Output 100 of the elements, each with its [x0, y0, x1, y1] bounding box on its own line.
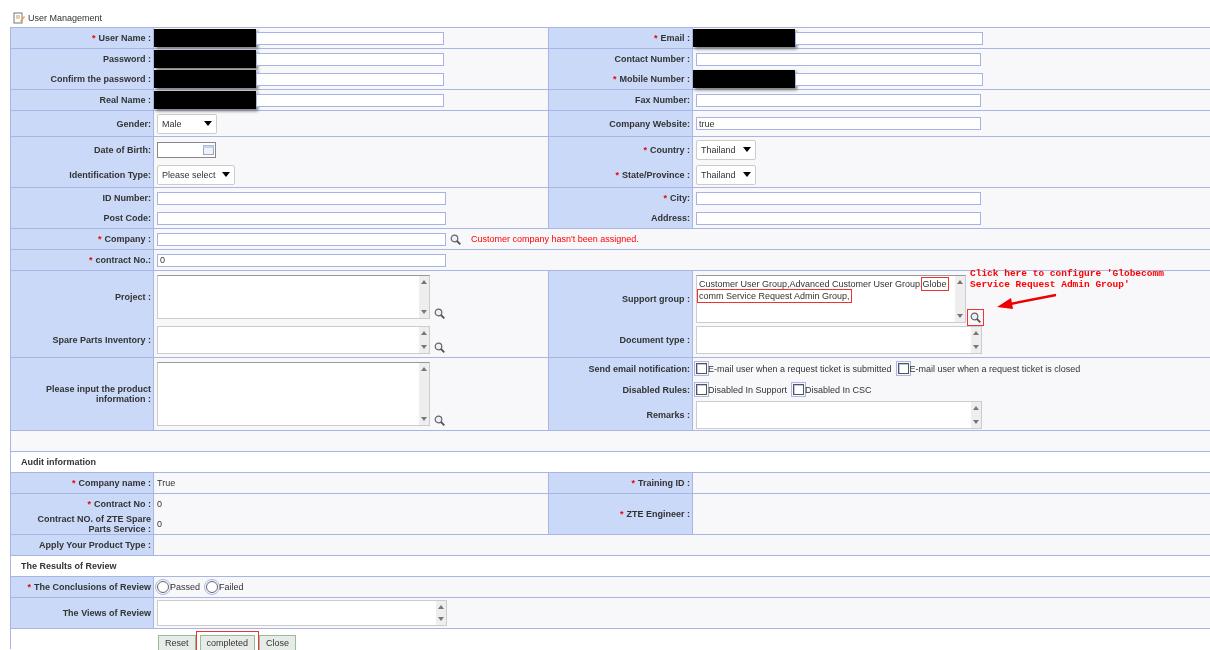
field-label: City:: [670, 193, 690, 203]
field-label: Contract No :: [94, 499, 151, 509]
field-label: Remarks :: [646, 410, 690, 420]
field-label: Confirm the password :: [50, 74, 151, 84]
required-mark: *: [631, 478, 635, 488]
text-field[interactable]: 0: [157, 253, 446, 267]
field-label: contract No.:: [95, 255, 151, 265]
text-field[interactable]: [256, 72, 444, 86]
field-label: Company :: [104, 234, 151, 244]
checkbox-label: E-mail user when a request ticket is closed: [909, 363, 1081, 374]
date-field[interactable]: [157, 141, 216, 158]
form-button[interactable]: Close: [259, 635, 297, 650]
field-label: User Name :: [98, 33, 151, 43]
field-label: Apply Your Product Type :: [39, 540, 151, 550]
text-field[interactable]: [256, 52, 444, 66]
field-value: True: [157, 478, 176, 488]
field-label: Contact Number :: [614, 54, 690, 64]
field-label: Mobile Number :: [619, 74, 690, 84]
required-mark: *: [91, 33, 96, 43]
field-label: Real Name :: [99, 95, 151, 105]
field-label: Training ID :: [638, 478, 690, 488]
radio-button[interactable]: [206, 581, 219, 593]
field-label: Company Website:: [609, 118, 690, 129]
required-mark: *: [71, 478, 76, 488]
text-field[interactable]: [157, 211, 446, 225]
field-label: The Views of Review: [62, 608, 151, 618]
caret-icon: [204, 121, 212, 126]
required-mark: *: [87, 499, 91, 509]
text-field[interactable]: [696, 211, 981, 225]
required-mark: *: [663, 193, 667, 203]
caret-icon: [743, 172, 751, 177]
text-field[interactable]: [256, 31, 444, 45]
caret-icon: [743, 147, 751, 152]
field-value: 0: [157, 499, 162, 509]
field-label: Disabled Rules:: [622, 384, 690, 395]
field-label: Fax Number:: [635, 95, 690, 105]
checkbox[interactable]: [696, 384, 707, 395]
search-icon[interactable]: [450, 233, 461, 245]
dropdown[interactable]: Please select: [157, 164, 235, 185]
checkbox[interactable]: [793, 384, 805, 395]
field-label: Email :: [660, 33, 690, 43]
field-label: Spare Parts Inventory :: [52, 335, 151, 345]
required-mark: *: [612, 74, 617, 84]
checkbox[interactable]: [897, 363, 909, 374]
radio-button[interactable]: [157, 581, 169, 593]
form-button[interactable]: Reset: [158, 635, 196, 650]
text-field[interactable]: [256, 93, 444, 107]
required-mark: *: [619, 509, 624, 519]
field-label: ID Number:: [102, 193, 151, 203]
required-mark: *: [615, 169, 619, 180]
field-label: Identification Type:: [69, 169, 151, 180]
callout-arrow: [996, 292, 1058, 312]
search-icon[interactable]: [434, 308, 445, 319]
error-message: Customer company hasn't been assigned.: [471, 234, 639, 244]
dropdown[interactable]: Male: [157, 113, 217, 134]
callout-text: Click here to configure 'Globecomm Service Request Admin Group': [970, 268, 1165, 290]
text-field[interactable]: [157, 191, 446, 205]
field-label: Company name :: [78, 478, 151, 488]
caret-icon: [221, 172, 230, 177]
checkbox-label: Disabled In Support: [708, 384, 788, 395]
search-icon[interactable]: [970, 312, 981, 323]
section-title: Audit information: [21, 457, 96, 467]
page-title: User Management: [28, 12, 103, 23]
required-mark: *: [88, 255, 93, 265]
required-mark: *: [97, 234, 102, 244]
required-mark: *: [27, 582, 31, 592]
field-label: The Conclusions of Review: [33, 582, 151, 592]
field-label: State/Province :: [621, 169, 690, 180]
text-field[interactable]: [795, 72, 983, 86]
field-label: Password :: [103, 54, 151, 64]
text-area[interactable]: [157, 600, 447, 626]
text-field[interactable]: [696, 52, 981, 66]
field-label: Post Code:: [103, 213, 151, 223]
field-value: 0: [157, 519, 162, 529]
text-field[interactable]: [157, 232, 446, 246]
field-label: ZTE Engineer :: [626, 509, 690, 519]
text-field[interactable]: true: [696, 117, 981, 130]
notepad-icon: [13, 11, 25, 24]
field-label: Please input the product information :: [45, 384, 151, 404]
field-label: Date of Birth:: [94, 144, 151, 155]
text-field[interactable]: [696, 191, 981, 205]
search-icon[interactable]: [434, 415, 445, 426]
text-area[interactable]: [157, 275, 430, 319]
required-mark: *: [643, 144, 647, 155]
checkbox-label: Disabled In CSC: [805, 384, 872, 395]
section-title: The Results of Review: [21, 561, 117, 571]
text-area[interactable]: [696, 401, 982, 429]
calendar-icon[interactable]: [203, 144, 214, 155]
field-label: Contract NO. of ZTE Spare Parts Service :: [36, 514, 151, 534]
dropdown[interactable]: Thailand: [696, 164, 756, 185]
dropdown[interactable]: Thailand: [696, 139, 756, 160]
text-field[interactable]: [696, 93, 981, 107]
field-label: Address:: [651, 213, 690, 223]
search-icon[interactable]: [434, 342, 445, 353]
text-field[interactable]: [795, 31, 983, 45]
field-label: Send email notification:: [588, 363, 690, 374]
checkbox[interactable]: [696, 363, 707, 374]
field-label: Gender:: [116, 118, 151, 129]
field-label: Country :: [650, 144, 690, 155]
radio-label: Failed: [219, 582, 244, 592]
